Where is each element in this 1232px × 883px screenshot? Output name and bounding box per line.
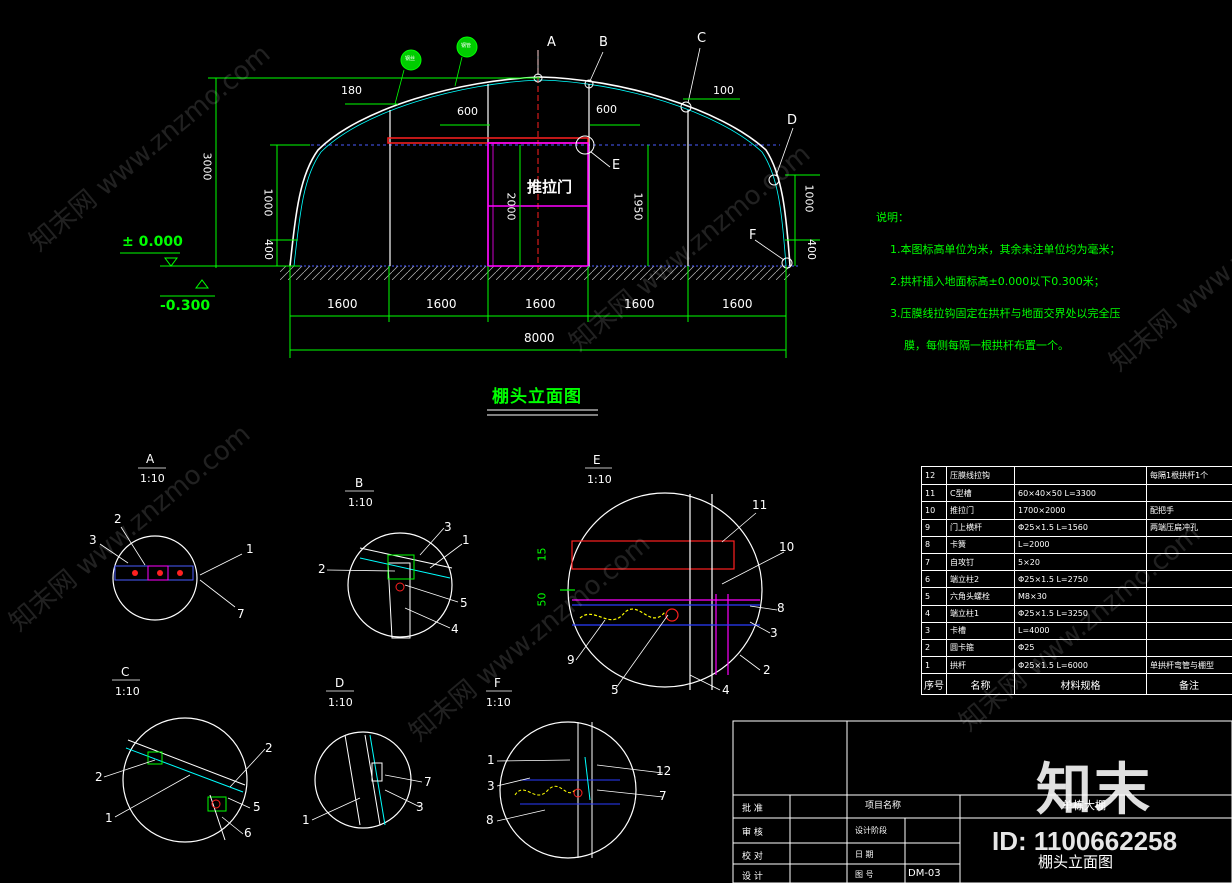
detail-leaders <box>99 512 785 835</box>
drawing-canvas <box>99 36 1232 883</box>
elevation-drawing <box>120 36 820 358</box>
detail-markers <box>533 73 793 269</box>
material-tags <box>394 36 478 105</box>
detail-A-parts <box>114 565 194 581</box>
title-underline <box>487 409 598 416</box>
arch-film <box>293 79 787 267</box>
title-block <box>732 720 1232 883</box>
end-posts <box>389 84 689 266</box>
detail-D-parts <box>344 734 386 826</box>
detail-F-parts <box>514 722 620 858</box>
level-marks <box>120 252 300 297</box>
arch-outline <box>289 76 791 267</box>
detail-E-parts <box>560 494 760 690</box>
ground-hatch <box>280 266 790 280</box>
detail-circles <box>112 492 763 859</box>
